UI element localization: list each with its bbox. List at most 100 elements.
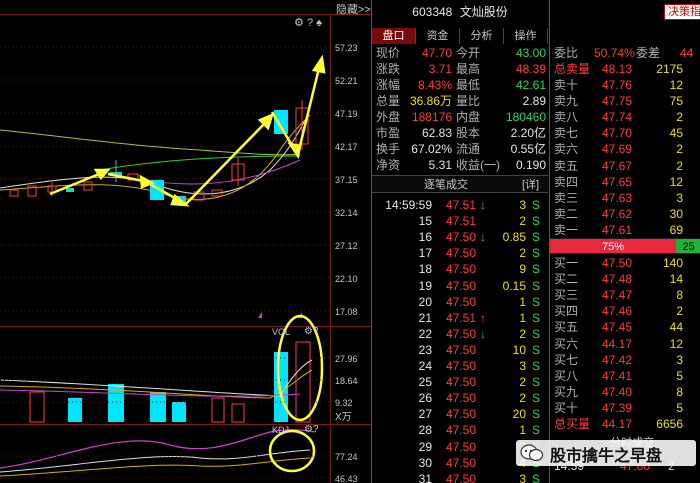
trade-direction-icon: ↓ — [480, 230, 486, 245]
trade-row: 20 47.50 1 S — [372, 294, 548, 310]
buy-level-row[interactable]: 买六 44.17 12 — [550, 336, 700, 352]
trade-price: 47.50 — [446, 230, 477, 245]
buy-level-row[interactable]: 买九 47.40 8 — [550, 384, 700, 400]
level-price: 47.46 — [602, 304, 633, 319]
price-tick: 37.15 — [335, 175, 358, 185]
quote-row: 换手 67.02% 流通 0.55亿 — [372, 141, 548, 157]
help-icon[interactable]: ? — [313, 424, 319, 435]
trade-row: 16 47.50 ↓ 0.85 S — [372, 229, 548, 245]
hide-button[interactable]: 隐藏>> — [336, 1, 371, 17]
help-icon[interactable]: ? — [313, 326, 319, 337]
tab-fenxi[interactable]: 分析 — [460, 28, 504, 44]
total-sell-vol: 2175 — [656, 62, 683, 76]
trade-volume: 10 — [512, 342, 526, 357]
watermark: 股市擒牛之早盘 — [516, 440, 696, 466]
gear-icon[interactable]: ⚙ — [304, 326, 313, 337]
kdj-d-line — [0, 457, 311, 477]
trade-volume: 2 — [519, 375, 526, 390]
price-gridlines — [0, 46, 330, 312]
annotation-arrows — [49, 54, 326, 207]
level-price: 47.50 — [602, 256, 633, 270]
buy-level-row[interactable]: 买三 47.47 8 — [550, 287, 700, 303]
trade-row: 15 47.51 2 S — [372, 213, 548, 229]
trade-row: 22 47.50 ↓ 2 S — [372, 326, 548, 342]
buy-level-row[interactable]: 买七 47.42 3 — [550, 352, 700, 368]
kdj-k-line — [0, 449, 311, 473]
quote-label: 内盘 — [456, 110, 481, 124]
trade-time: 23 — [418, 342, 432, 357]
sell-level-row[interactable]: 卖八 47.74 2 — [550, 109, 700, 125]
sell-level-row[interactable]: 卖五 47.67 2 — [550, 158, 700, 174]
level-price: 47.76 — [602, 78, 633, 92]
level-volume: 5 — [676, 368, 683, 383]
buy-level-row[interactable]: 买五 47.45 44 — [550, 319, 700, 335]
quote-value: 0.190 — [515, 158, 546, 172]
buy-level-row[interactable]: 买一 47.50 140 — [550, 255, 700, 271]
total-sell-row: 总卖量 48.13 2175 — [550, 61, 700, 77]
level-label: 买三 — [554, 288, 579, 303]
sell-level-row[interactable]: 卖二 47.62 30 — [550, 206, 700, 222]
trade-time: 26 — [418, 391, 432, 406]
vol-ma-white — [0, 359, 313, 397]
level-volume: 12 — [669, 78, 683, 92]
quote-value: 43.00 — [515, 46, 546, 60]
pin-icon[interactable]: ♠ — [316, 17, 322, 29]
level-price: 47.47 — [602, 288, 633, 303]
quote-panel: 603348 文灿股份 盘口 资金 分析 操作 现价 47.70 今开 43.00 涨跌… — [372, 0, 548, 483]
trade-time: 16 — [418, 230, 432, 245]
gear-icon[interactable]: ⚙ — [294, 17, 304, 29]
quote-label: 现价 — [376, 46, 401, 60]
vol-axis: 27.96 18.64 9.32 — [0, 354, 358, 408]
trade-row: 18 47.50 9 S — [372, 261, 548, 277]
trade-volume: 0.15 — [502, 278, 526, 293]
level-label: 买九 — [554, 384, 579, 399]
help-icon[interactable]: ? — [307, 17, 313, 29]
sell-level-row[interactable]: 卖十 47.76 12 — [550, 77, 700, 93]
level-volume: 2 — [676, 110, 683, 125]
level-volume: 45 — [669, 126, 683, 141]
buy-level-row[interactable]: 买八 47.41 5 — [550, 368, 700, 384]
buy-level-row[interactable]: 买十 47.39 5 — [550, 400, 700, 416]
trade-price: 47.50 — [446, 359, 477, 373]
sell-level-row[interactable]: 卖四 47.65 12 — [550, 174, 700, 190]
quote-value: 5.31 — [428, 158, 452, 172]
volume-bars — [29, 341, 311, 423]
trade-side: S — [531, 214, 540, 229]
sell-level-row[interactable]: 卖九 47.75 75 — [550, 93, 700, 109]
trade-side: S — [531, 471, 540, 483]
quote-label: 股本 — [456, 126, 481, 140]
quote-label: 最低 — [456, 78, 481, 92]
quote-label: 收益(一) — [456, 158, 500, 172]
sell-level-row[interactable]: 卖三 47.63 3 — [550, 190, 700, 206]
level-price: 47.63 — [602, 190, 633, 205]
chart-area[interactable]: 57.23 52.21 47.19 42.17 37.15 32.14 27.12 22.10… — [0, 0, 372, 483]
trade-price: 47.50 — [446, 326, 477, 341]
level-label: 卖五 — [554, 158, 579, 173]
buy-sell-ratio-bar: 75% 25 — [550, 238, 700, 254]
quote-row: 现价 47.70 今开 43.00 — [372, 45, 548, 61]
gear-icon[interactable]: ⚙ — [304, 424, 313, 435]
trades-header: 逐笔成交 [详] — [372, 175, 548, 193]
level-label: 买七 — [554, 352, 579, 367]
kdj-tick: 77.24 — [335, 452, 358, 462]
trades-detail-link[interactable]: [详] — [522, 176, 539, 194]
tab-pankou[interactable]: 盘口 — [372, 28, 416, 44]
buy-level-row[interactable]: 买二 47.48 14 — [550, 271, 700, 287]
sell-level-row[interactable]: 卖七 47.70 45 — [550, 125, 700, 141]
trade-time: 20 — [418, 294, 432, 309]
trade-price: 47.51 — [446, 214, 477, 229]
sell-level-row[interactable]: 卖一 47.61 69 — [550, 222, 700, 238]
trade-side: S — [531, 342, 540, 357]
quote-value: 48.39 — [515, 62, 546, 76]
level-volume: 12 — [669, 336, 683, 351]
level-volume: 3 — [676, 190, 683, 205]
decision-button[interactable]: 决策指 — [664, 4, 700, 20]
sell-level-row[interactable]: 卖六 47.69 2 — [550, 141, 700, 157]
marker-icon — [258, 312, 262, 318]
tab-caozuo[interactable]: 操作 — [504, 28, 548, 44]
trade-price: 47.50 — [446, 342, 477, 357]
trade-time: 31 — [418, 471, 432, 483]
buy-level-row[interactable]: 买四 47.46 2 — [550, 303, 700, 319]
tab-zijin[interactable]: 资金 — [416, 28, 460, 44]
quote-label: 涨跌 — [376, 62, 401, 76]
